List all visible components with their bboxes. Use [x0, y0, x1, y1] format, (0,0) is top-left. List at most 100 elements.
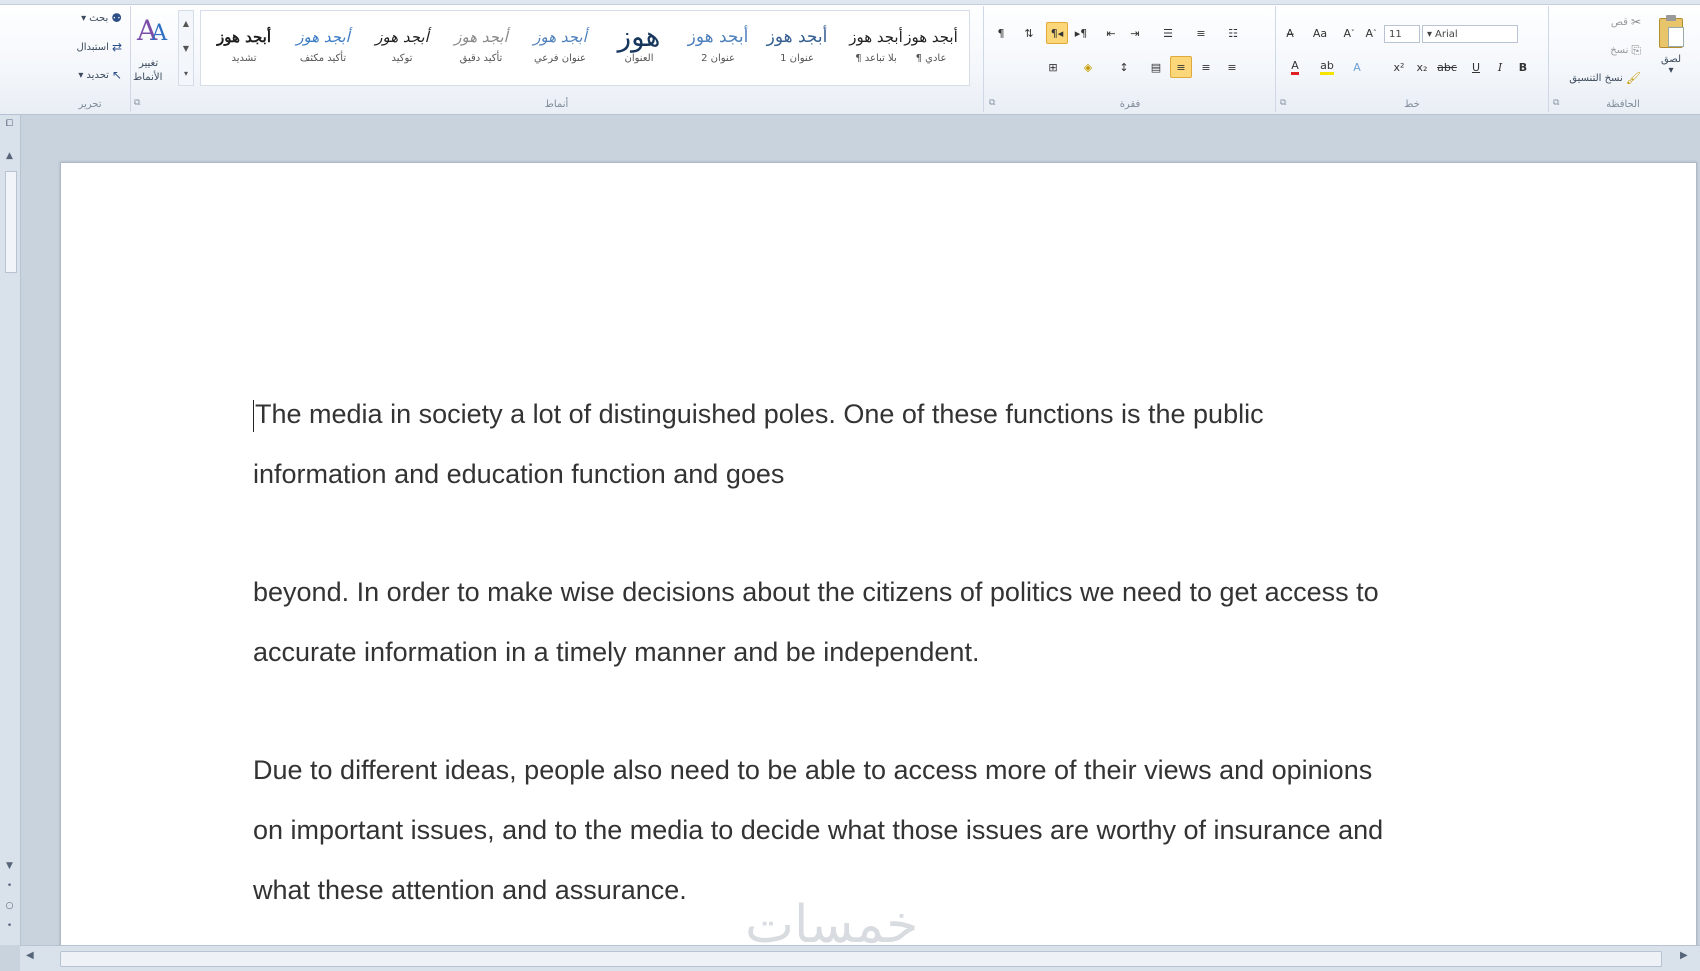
document-paragraph[interactable]: The media in society a lot of distinguis…	[253, 384, 1264, 504]
scroll-up-icon[interactable]: ▲	[3, 151, 16, 164]
change-styles-button[interactable]: AA تغيير الأنماط	[131, 6, 175, 112]
clipboard-group-label: الحافظة	[1606, 99, 1640, 110]
subscript-button[interactable]: x₂	[1411, 56, 1433, 78]
style-sample: أبجد هوز	[296, 28, 350, 46]
select-dropdown-icon: ▾	[78, 69, 84, 81]
scroll-left-icon[interactable]: ◀	[26, 950, 34, 961]
format-painter-button[interactable]: 🖌 نسخ التنسيق	[1569, 72, 1641, 84]
show-marks-button[interactable]: ¶	[990, 22, 1012, 44]
gallery-more-icon[interactable]: ▾	[179, 61, 193, 86]
copy-label: نسخ	[1610, 44, 1629, 56]
gallery-down-icon[interactable]: ▼	[179, 36, 193, 61]
style-sample: أبجد هوز	[904, 28, 958, 46]
style-tile[interactable]: أبجد هوز تأكيد مكثف	[285, 21, 361, 81]
shrink-font-button[interactable]: A ˅	[1338, 22, 1360, 44]
clipboard-group: ✂ قص ⎘ نسخ 🖌 نسخ التنسيق لصق ▾ ⧉ الحافظة	[1549, 6, 1697, 112]
font-name-value: Arial	[1435, 28, 1458, 40]
multilevel-list-button[interactable]: ☰	[1157, 22, 1179, 44]
rtl-direction-button[interactable]: ¶◂	[1046, 22, 1068, 44]
clear-formatting-button[interactable]: A̶	[1279, 22, 1301, 44]
strikethrough-button[interactable]: abc	[1436, 56, 1458, 78]
underline-button[interactable]: U	[1465, 56, 1487, 78]
document-line: on important issues, and to the media to…	[253, 815, 1384, 845]
gallery-scroll-controls: ▲ ▼ ▾	[178, 10, 194, 86]
paintbrush-icon: 🖌	[1625, 71, 1641, 85]
style-tile[interactable]: أبجد هوز تشديد	[206, 21, 282, 81]
cut-button[interactable]: ✂ قص	[1611, 16, 1641, 28]
style-tile[interactable]: أبجد هوز توكيد	[364, 21, 440, 81]
styles-launcher-icon[interactable]: ⧉	[134, 98, 140, 108]
center-button[interactable]: ≡	[1195, 56, 1217, 78]
borders-button[interactable]: ⊞	[1042, 56, 1064, 78]
ruler-toggle-icon[interactable]: ⧠	[3, 119, 16, 132]
paste-dropdown-icon: ▾	[1668, 65, 1674, 76]
copy-icon: ⎘	[1631, 43, 1641, 57]
bold-button[interactable]: B	[1512, 56, 1534, 78]
paste-button[interactable]: لصق ▾	[1651, 14, 1691, 84]
gallery-up-icon[interactable]: ▲	[179, 11, 193, 36]
bullets-button[interactable]: ☷	[1222, 22, 1244, 44]
font-size-combo[interactable]: 11	[1384, 25, 1420, 43]
style-sample: أبجد هوز	[216, 28, 272, 46]
change-case-button[interactable]: Aa	[1309, 22, 1331, 44]
browse-object-icon[interactable]: ○	[3, 901, 16, 914]
prev-page-icon[interactable]: •	[3, 881, 16, 894]
select-cursor-icon: ↖	[111, 68, 122, 82]
style-tile[interactable]: هوز العنوان	[601, 21, 677, 81]
document-paragraph[interactable]: beyond. In order to make wise decisions …	[253, 562, 1379, 682]
paste-label: لصق	[1660, 54, 1682, 65]
numbering-button[interactable]: ≡	[1190, 22, 1212, 44]
select-label: تحديد	[86, 69, 109, 81]
sort-button[interactable]: ⇅	[1018, 22, 1040, 44]
superscript-button[interactable]: x²	[1388, 56, 1410, 78]
text-effects-button[interactable]: A	[1346, 56, 1368, 78]
replace-icon: ⇄	[111, 40, 122, 54]
binoculars-icon: ⚉	[111, 11, 122, 25]
find-button[interactable]: ⚉ بحث ▾	[81, 12, 122, 24]
style-tile[interactable]: أبجد هوز عنوان 1	[759, 21, 835, 81]
document-line: beyond. In order to make wise decisions …	[253, 577, 1379, 607]
align-left-button[interactable]: ≡	[1221, 56, 1243, 78]
ribbon: ⚉ بحث ▾ ⇄ استبدال ↖ تحديد ▾ تحرير AA تغي…	[0, 0, 1700, 115]
find-label: بحث	[89, 12, 109, 24]
horizontal-scrollbar[interactable]: ◀ ▶	[20, 945, 1700, 971]
align-right-button[interactable]: ≡	[1170, 56, 1192, 78]
next-page-icon[interactable]: •	[3, 921, 16, 934]
copy-button[interactable]: ⎘ نسخ	[1610, 44, 1641, 56]
style-name: توكيد	[391, 53, 413, 64]
text-cursor	[253, 399, 254, 432]
change-styles-icon: AA	[137, 14, 168, 47]
scroll-right-icon[interactable]: ▶	[1680, 950, 1688, 961]
cut-label: قص	[1610, 16, 1628, 28]
replace-button[interactable]: ⇄ استبدال	[76, 41, 122, 53]
style-sample: هوز	[617, 20, 661, 53]
select-button[interactable]: ↖ تحديد ▾	[78, 69, 122, 81]
font-color-button[interactable]: A	[1284, 56, 1306, 78]
justify-button[interactable]: ▤	[1145, 56, 1167, 78]
increase-indent-button[interactable]: ⇥	[1124, 22, 1146, 44]
font-name-combo[interactable]: ▾ Arial	[1422, 25, 1518, 43]
style-name: ¶ عادي	[915, 53, 947, 64]
replace-label: استبدال	[76, 41, 109, 53]
decrease-indent-button[interactable]: ⇤	[1100, 22, 1122, 44]
document-line: The media in society a lot of distinguis…	[253, 384, 1264, 444]
font-group-label: خط	[1404, 99, 1420, 110]
style-tile[interactable]: أبجد هوز عنوان فرعي	[522, 21, 598, 81]
line-spacing-button[interactable]: ↕	[1113, 56, 1135, 78]
ltr-direction-button[interactable]: ▸¶	[1070, 22, 1092, 44]
style-name: تشديد	[231, 53, 257, 64]
style-tile[interactable]: أبجد هوز ¶ عادي	[893, 21, 969, 81]
document-line: information and education function and g…	[253, 459, 785, 489]
highlight-button[interactable]: ab	[1316, 56, 1338, 78]
italic-button[interactable]: I	[1489, 56, 1511, 78]
style-tile[interactable]: أبجد هوز تأكيد دقيق	[443, 21, 519, 81]
grow-font-button[interactable]: A ˄	[1360, 22, 1382, 44]
document-paragraph[interactable]: Due to different ideas, people also need…	[253, 740, 1383, 920]
horizontal-scroll-thumb[interactable]	[60, 951, 1662, 967]
vertical-scroll-thumb[interactable]	[5, 171, 17, 273]
style-tile[interactable]: أبجد هوز عنوان 2	[680, 21, 756, 81]
scroll-down-icon[interactable]: ▼	[3, 861, 16, 874]
style-name: تأكيد مكثف	[299, 53, 347, 64]
change-styles-label-line1: تغيير	[139, 58, 159, 69]
shading-button[interactable]: ◈	[1077, 56, 1099, 78]
